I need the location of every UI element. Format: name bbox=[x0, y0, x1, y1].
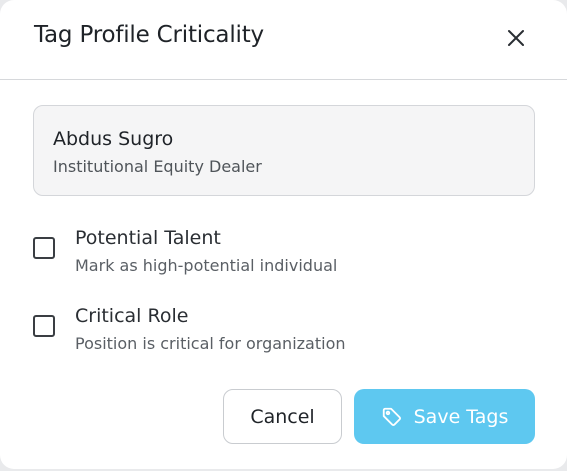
critical-role-description: Position is critical for organization bbox=[75, 334, 346, 353]
option-potential-talent: Potential Talent Mark as high-potential … bbox=[33, 227, 513, 281]
save-tags-label: Save Tags bbox=[413, 405, 509, 428]
critical-role-checkbox[interactable] bbox=[33, 315, 55, 337]
critical-role-label: Critical Role bbox=[75, 305, 189, 327]
option-critical-role: Critical Role Position is critical for o… bbox=[33, 305, 513, 359]
profile-name: Abdus Sugro bbox=[53, 128, 174, 150]
profile-card: Abdus Sugro Institutional Equity Dealer bbox=[33, 105, 535, 196]
close-button[interactable] bbox=[500, 22, 532, 54]
dialog-title: Tag Profile Criticality bbox=[34, 22, 264, 48]
potential-talent-label: Potential Talent bbox=[75, 227, 221, 249]
tag-criticality-dialog: Tag Profile Criticality Abdus Sugro Inst… bbox=[0, 0, 567, 469]
cancel-button[interactable]: Cancel bbox=[223, 389, 342, 444]
potential-talent-description: Mark as high-potential individual bbox=[75, 256, 338, 275]
tag-icon bbox=[381, 406, 403, 428]
save-tags-button[interactable]: Save Tags bbox=[354, 389, 535, 444]
profile-role: Institutional Equity Dealer bbox=[53, 157, 262, 176]
close-icon bbox=[508, 30, 524, 46]
potential-talent-checkbox[interactable] bbox=[33, 237, 55, 259]
dialog-header: Tag Profile Criticality bbox=[0, 0, 567, 80]
